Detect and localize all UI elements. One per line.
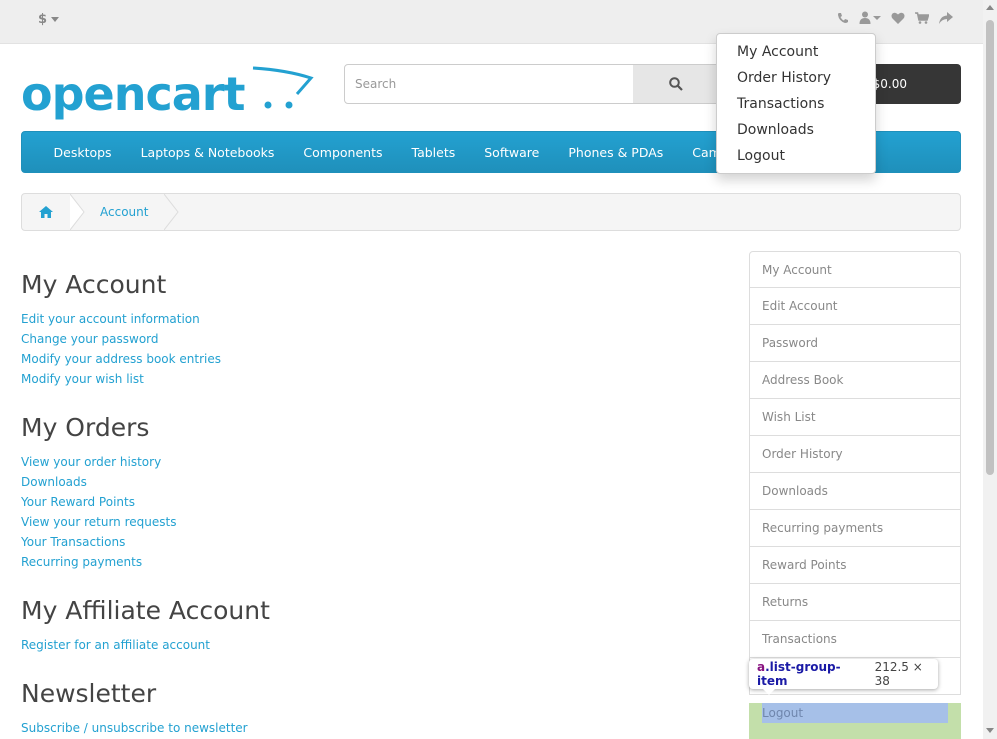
breadcrumb-home[interactable] xyxy=(22,194,70,230)
user-icon[interactable] xyxy=(859,11,881,24)
search-button[interactable] xyxy=(633,64,719,104)
sidebar-item-label: Logout xyxy=(762,703,948,723)
caret-down-icon xyxy=(51,17,60,22)
sidebar-item-transactions[interactable]: Transactions xyxy=(749,621,961,658)
list-item: Modify your wish list xyxy=(21,369,721,389)
reward-points-link[interactable]: Your Reward Points xyxy=(21,495,135,509)
newsletter-links: Subscribe / unsubscribe to newsletter xyxy=(21,718,721,738)
menu-item-phones[interactable]: Phones & PDAs xyxy=(554,145,678,160)
address-book-link[interactable]: Modify your address book entries xyxy=(21,352,221,366)
top-links xyxy=(837,11,953,24)
sidebar-item-reward-points[interactable]: Reward Points xyxy=(749,547,961,584)
sidebar-item-downloads[interactable]: Downloads xyxy=(749,473,961,510)
affiliate-register-link[interactable]: Register for an affiliate account xyxy=(21,638,210,652)
menu-item-tablets[interactable]: Tablets xyxy=(397,145,470,160)
list-item: View your return requests xyxy=(21,512,721,532)
menu-item-software[interactable]: Software xyxy=(470,145,554,160)
list-item: Downloads xyxy=(21,472,721,492)
menu-item-desktops[interactable]: Desktops xyxy=(39,145,126,160)
order-history-link[interactable]: View your order history xyxy=(21,455,161,469)
sidebar-item-order-history[interactable]: Order History xyxy=(749,436,961,473)
sidebar-item-edit-account[interactable]: Edit Account xyxy=(749,288,961,325)
edit-account-link[interactable]: Edit your account information xyxy=(21,312,200,326)
list-item: Modify your address book entries xyxy=(21,349,721,369)
change-password-link[interactable]: Change your password xyxy=(21,332,159,346)
scroll-up-arrow-icon[interactable] xyxy=(986,5,994,10)
sidebar-item-returns[interactable]: Returns xyxy=(749,584,961,621)
logo-text: opencart xyxy=(21,67,244,121)
cart-icon[interactable] xyxy=(915,11,929,24)
list-item: Your Reward Points xyxy=(21,492,721,512)
breadcrumb-separator xyxy=(164,194,180,230)
caret-down-icon xyxy=(873,15,881,20)
list-item: View your order history xyxy=(21,452,721,472)
my-orders-links: View your order history Downloads Your R… xyxy=(21,452,721,572)
inspector-tooltip: a.list-group-item 212.5 × 38 xyxy=(749,659,938,695)
my-account-links: Edit your account information Change you… xyxy=(21,309,721,389)
dropdown-item-order-history[interactable]: Order History xyxy=(717,65,875,91)
wish-list-link[interactable]: Modify your wish list xyxy=(21,372,144,386)
recurring-payments-link[interactable]: Recurring payments xyxy=(21,555,142,569)
transactions-link[interactable]: Your Transactions xyxy=(21,535,125,549)
dropdown-item-my-account[interactable]: My Account xyxy=(717,39,875,65)
menu-item-laptops[interactable]: Laptops & Notebooks xyxy=(126,145,289,160)
section-title-my-orders: My Orders xyxy=(21,413,150,442)
breadcrumb-account[interactable]: Account xyxy=(86,205,148,219)
phone-icon[interactable] xyxy=(837,12,849,24)
section-title-newsletter: Newsletter xyxy=(21,679,157,708)
inspector-dimensions: 212.5 × 38 xyxy=(874,660,923,688)
list-item: Change your password xyxy=(21,329,721,349)
sidebar-item-logout[interactable]: Logout xyxy=(749,703,961,739)
sidebar-item-address-book[interactable]: Address Book xyxy=(749,362,961,399)
section-title-affiliate: My Affiliate Account xyxy=(21,596,270,625)
logo[interactable]: opencart xyxy=(21,64,316,124)
sidebar-item-my-account[interactable]: My Account xyxy=(749,251,961,288)
dropdown-item-downloads[interactable]: Downloads xyxy=(717,117,875,143)
sidebar-item-wish-list[interactable]: Wish List xyxy=(749,399,961,436)
downloads-link[interactable]: Downloads xyxy=(21,475,87,489)
dropdown-item-transactions[interactable]: Transactions xyxy=(717,91,875,117)
list-item: Your Transactions xyxy=(21,532,721,552)
menu-item-components[interactable]: Components xyxy=(289,145,397,160)
breadcrumb: Account xyxy=(21,193,961,231)
account-dropdown-menu: My Account Order History Transactions Do… xyxy=(716,33,876,174)
list-item: Recurring payments xyxy=(21,552,721,572)
cart-total: $0.00 xyxy=(872,77,907,91)
list-item: Register for an affiliate account xyxy=(21,635,721,655)
scrollbar[interactable] xyxy=(983,0,997,739)
section-title-my-account: My Account xyxy=(21,270,167,299)
newsletter-link[interactable]: Subscribe / unsubscribe to newsletter xyxy=(21,721,248,735)
list-item: Subscribe / unsubscribe to newsletter xyxy=(21,718,721,738)
sidebar-item-recurring[interactable]: Recurring payments xyxy=(749,510,961,547)
sidebar-item-password[interactable]: Password xyxy=(749,325,961,362)
dropdown-item-logout[interactable]: Logout xyxy=(717,143,875,169)
tooltip-arrow xyxy=(763,689,775,695)
home-icon xyxy=(39,206,53,218)
heart-icon[interactable] xyxy=(891,12,905,24)
currency-selector[interactable]: $ xyxy=(38,12,60,27)
returns-link[interactable]: View your return requests xyxy=(21,515,176,529)
scrollbar-thumb[interactable] xyxy=(986,20,994,475)
breadcrumb-separator xyxy=(70,194,85,230)
search-input[interactable] xyxy=(344,64,634,104)
scroll-down-arrow-icon[interactable] xyxy=(986,728,994,733)
inspector-selector: a.list-group-item xyxy=(757,660,841,688)
share-icon[interactable] xyxy=(939,11,953,24)
search-icon xyxy=(668,77,683,91)
account-content: My Account Edit your account information… xyxy=(21,270,721,739)
list-item: Edit your account information xyxy=(21,309,721,329)
affiliate-links: Register for an affiliate account xyxy=(21,635,721,655)
currency-symbol: $ xyxy=(38,12,48,27)
